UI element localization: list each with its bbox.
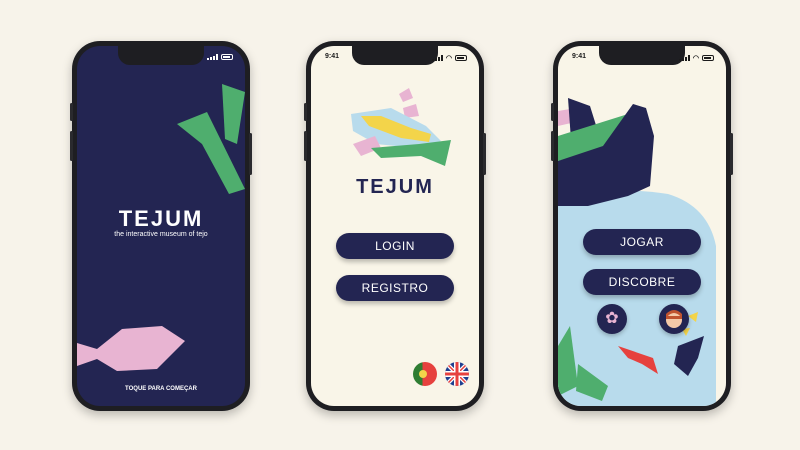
menu-screen: 9:41 ◠ JOGAR DISCOBRE ✿	[558, 46, 726, 406]
seaweed-decoration	[177, 84, 245, 194]
tap-to-start-prompt[interactable]: TOQUE PARA COMEÇAR	[77, 386, 245, 392]
phone-menu: 9:41 ◠ JOGAR DISCOBRE ✿	[551, 41, 733, 411]
battery-icon	[221, 54, 233, 60]
gear-icon: ✿	[605, 310, 619, 327]
login-screen: 9:41 ◠ TEJUM LOGIN REGISTRO	[311, 46, 479, 406]
fish-decoration	[77, 326, 185, 371]
profile-button[interactable]	[659, 304, 689, 334]
login-button[interactable]: LOGIN	[336, 233, 454, 259]
status-bar: 9:41 ◠	[311, 53, 479, 65]
signal-icon	[678, 55, 690, 61]
status-time: 9:41	[325, 53, 340, 60]
avatar-icon	[666, 310, 682, 328]
wifi-icon: ◠	[692, 55, 699, 62]
phone-login: 9:41 ◠ TEJUM LOGIN REGISTRO	[304, 41, 486, 411]
status-time: 9:41	[572, 53, 587, 60]
wifi-icon: ◠	[445, 55, 452, 62]
status-bar	[77, 53, 245, 65]
logo-illustration	[351, 88, 451, 166]
app-tagline: the interactive museum of tejo	[114, 231, 208, 238]
battery-icon	[702, 55, 714, 61]
battery-icon	[455, 55, 467, 61]
play-button[interactable]: JOGAR	[583, 229, 701, 255]
background-illustration	[558, 98, 716, 406]
app-logo: TEJUM	[356, 176, 434, 198]
register-button[interactable]: REGISTRO	[336, 275, 454, 301]
uk-flag-icon[interactable]	[445, 362, 469, 386]
portugal-flag-icon[interactable]	[413, 362, 437, 386]
app-logo: TEJUM	[118, 206, 204, 231]
signal-icon	[207, 54, 218, 60]
phone-splash: TEJUM the interactive museum of tejo TOQ…	[70, 41, 252, 411]
splash-screen[interactable]: TEJUM the interactive museum of tejo TOQ…	[77, 46, 245, 406]
signal-icon	[431, 55, 443, 61]
status-bar: 9:41 ◠	[558, 53, 726, 65]
discover-button[interactable]: DISCOBRE	[583, 269, 701, 295]
settings-button[interactable]: ✿	[597, 304, 627, 334]
